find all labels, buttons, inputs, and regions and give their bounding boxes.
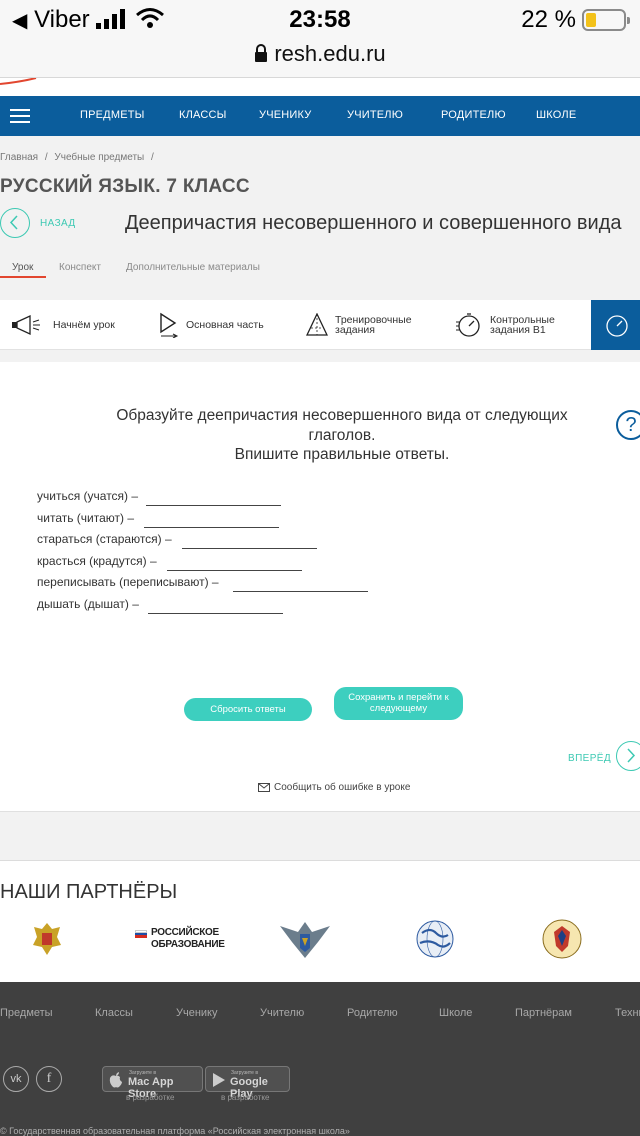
megaphone-icon	[12, 314, 40, 336]
tab-extra-materials[interactable]: Дополнительные материалы	[126, 262, 260, 273]
chevron-right-icon	[627, 748, 636, 763]
nav-item-teacher[interactable]: УЧИТЕЛЮ	[347, 109, 403, 121]
pyramid-icon	[306, 313, 328, 336]
question-1: учиться (учатся) –	[37, 489, 139, 503]
step-training-label: Тренировочные задания	[335, 314, 412, 336]
footer-link-teacher[interactable]: Учителю	[260, 1007, 304, 1019]
forward-label[interactable]: ВПЕРЁД	[568, 753, 611, 764]
question-2: читать (читают) –	[37, 511, 135, 525]
answer-field-3[interactable]	[182, 548, 317, 549]
play-icon	[160, 312, 179, 338]
battery-percent: 22 %	[521, 6, 576, 33]
footer-link-tech[interactable]: Техни	[615, 1007, 640, 1019]
footer	[0, 982, 640, 1136]
tab-lesson[interactable]: Урок	[12, 262, 33, 273]
step-control-b2-active[interactable]	[591, 300, 640, 350]
main-nav: ПРЕДМЕТЫ КЛАССЫ УЧЕНИКУ УЧИТЕЛЮ РОДИТЕЛЮ…	[0, 96, 640, 136]
stopwatch-icon	[606, 315, 628, 337]
reset-answers-button[interactable]: Сбросить ответы	[184, 698, 312, 721]
partners-title: НАШИ ПАРТНЁРЫ	[0, 881, 178, 903]
task-line-2: глаголов.	[308, 426, 376, 444]
active-tab-indicator	[0, 276, 46, 278]
russia-coat-of-arms-logo[interactable]	[30, 919, 64, 959]
step-control-label: Контрольные задания В1	[490, 314, 555, 336]
question-4: красться (крадутся) –	[37, 554, 157, 568]
site-header	[0, 78, 640, 96]
save-next-button[interactable]: Сохранить и перейти к следующему	[334, 687, 463, 720]
save-next-label-1: Сохранить и перейти к	[348, 692, 449, 703]
battery-icon	[582, 9, 630, 31]
footer-link-parent[interactable]: Родителю	[347, 1007, 398, 1019]
copyright: © Государственная образовательная платфо…	[0, 1126, 350, 1136]
envelope-icon	[258, 783, 270, 792]
breadcrumb-separator: /	[44, 152, 48, 163]
breadcrumb: Главная / Учебные предметы /	[0, 152, 154, 163]
globe-logo[interactable]	[410, 919, 460, 959]
page: ◀ Viber 23:58 22 % resh.edu.ru ПРЕДМЕТЫ …	[0, 0, 640, 1136]
chevron-left-icon	[9, 215, 18, 230]
answer-field-6[interactable]	[148, 613, 283, 614]
answer-field-4[interactable]	[167, 570, 302, 571]
report-error-link[interactable]: Сообщить об ошибке в уроке	[258, 782, 411, 793]
task-instructions: Образуйте деепричастия несовершенного ви…	[100, 406, 584, 465]
apple-icon	[109, 1072, 122, 1088]
answer-field-5[interactable]	[233, 591, 368, 592]
question-5: переписывать (переписывают) –	[37, 575, 219, 589]
ros-obr-line-1: РОССИЙСКОЕ	[151, 927, 219, 938]
ios-status-bar: ◀ Viber 23:58 22 %	[0, 0, 640, 40]
footer-link-school[interactable]: Школе	[439, 1007, 472, 1019]
footer-link-partners[interactable]: Партнёрам	[515, 1007, 572, 1019]
help-icon[interactable]: ?	[616, 410, 640, 440]
russia-flag-icon	[135, 930, 147, 938]
task-line-3: Впишите правильные ответы.	[234, 446, 450, 463]
report-error-label: Сообщить об ошибке в уроке	[274, 782, 411, 793]
mac-app-store-badge[interactable]: Загрузите в Mac App Store	[102, 1066, 203, 1100]
answer-field-2[interactable]	[144, 527, 279, 528]
answer-field-1[interactable]	[146, 505, 281, 506]
google-play-icon	[213, 1073, 225, 1087]
subject-title: РУССКИЙ ЯЗЫК. 7 КЛАСС	[0, 176, 250, 197]
nav-item-parent[interactable]: РОДИТЕЛЮ	[441, 109, 506, 121]
url-display[interactable]: resh.edu.ru	[0, 41, 640, 67]
google-play-badge[interactable]: Загрузите в Google Play	[205, 1066, 290, 1100]
nav-item-student[interactable]: УЧЕНИКУ	[259, 109, 311, 121]
question-3: стараться (стараются) –	[37, 532, 172, 546]
breadcrumb-separator: /	[151, 152, 154, 163]
breadcrumb-home[interactable]: Главная	[0, 152, 38, 163]
nav-item-classes[interactable]: КЛАССЫ	[179, 109, 227, 121]
lock-icon	[255, 44, 268, 62]
facebook-icon[interactable]: f	[36, 1066, 62, 1092]
lesson-steps: Начнём урок Основная часть Тренировочные…	[0, 300, 640, 350]
logo-fragment-icon[interactable]	[0, 78, 40, 88]
footer-link-student[interactable]: Ученику	[176, 1007, 218, 1019]
question-6: дышать (дышат) –	[37, 597, 139, 611]
footer-link-classes[interactable]: Классы	[95, 1007, 133, 1019]
back-button[interactable]	[0, 208, 30, 238]
save-next-label-2: следующему	[369, 703, 428, 714]
url-text: resh.edu.ru	[274, 41, 386, 66]
nav-item-school[interactable]: ШКОЛЕ	[536, 109, 576, 121]
footer-link-subjects[interactable]: Предметы	[0, 1007, 53, 1019]
menu-icon[interactable]	[10, 109, 30, 123]
task-line-1: Образуйте деепричастия несовершенного ви…	[116, 407, 568, 424]
emergency-ministry-logo[interactable]	[540, 918, 584, 960]
lesson-title: Деепричастия несовершенного и совершенно…	[125, 212, 622, 234]
ministry-emblem-logo[interactable]	[278, 920, 332, 960]
google-play-status: в разработке	[221, 1093, 270, 1102]
back-label[interactable]: НАЗАД	[40, 218, 76, 229]
step-start-label: Начнём урок	[53, 319, 115, 331]
step-main-label: Основная часть	[186, 319, 264, 331]
ros-obr-line-2: ОБРАЗОВАНИЕ	[151, 939, 225, 950]
address-bar[interactable]: resh.edu.ru	[0, 40, 640, 78]
tab-summary[interactable]: Конспект	[59, 262, 101, 273]
nav-item-subjects[interactable]: ПРЕДМЕТЫ	[80, 109, 145, 121]
forward-button[interactable]	[616, 741, 640, 771]
vk-icon[interactable]: vk	[3, 1066, 29, 1092]
app-store-status: в разработке	[126, 1093, 175, 1102]
breadcrumb-subjects[interactable]: Учебные предметы	[54, 152, 144, 163]
stopwatch-icon	[456, 313, 480, 337]
